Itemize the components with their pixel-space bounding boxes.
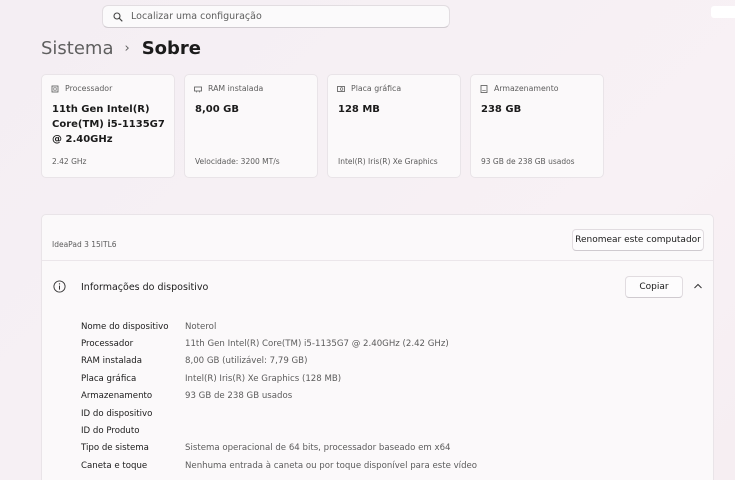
gpu-icon — [337, 85, 345, 92]
spec-value: Nenhuma entrada à caneta ou por toque di… — [185, 460, 478, 471]
card-label: Processador — [65, 84, 113, 93]
card-storage: Armazenamento 238 GB 93 GB de 238 GB usa… — [470, 74, 604, 178]
card-gpu: Placa gráfica 128 MB Intel(R) Iris(R) Xe… — [327, 74, 461, 178]
spec-row: ID do dispositivo — [81, 405, 477, 422]
device-specs: Nome do dispositivo Noterol Processador 11… — [81, 318, 477, 475]
card-sub: 93 GB de 238 GB usados — [481, 157, 575, 166]
model-row: IdeaPad 3 15ITL6 Renomear este computado… — [42, 215, 713, 261]
card-label: RAM instalada — [208, 84, 264, 93]
spec-key: Caneta e toque — [81, 460, 148, 471]
spec-row: Placa gráfica Intel(R) Iris(R) Xe Graphic… — [81, 370, 477, 387]
spec-row: Armazenamento 93 GB de 238 GB usados — [81, 388, 477, 405]
spec-row: Processador 11th Gen Intel(R) Core(TM) i5… — [81, 335, 477, 352]
spec-row: ID do Produto — [81, 422, 477, 439]
card-value: 128 MB — [338, 104, 380, 115]
spec-row: RAM instalada 8,00 GB (utilizável: 7,79 G… — [81, 353, 477, 370]
card-sub: 2.42 GHz — [52, 157, 87, 166]
card-sub: Velocidade: 3200 MT/s — [195, 157, 280, 166]
search-box[interactable] — [102, 5, 450, 28]
spec-key: ID do dispositivo — [81, 408, 153, 419]
copy-button[interactable]: Copiar — [625, 276, 683, 298]
ram-icon — [194, 86, 202, 92]
spec-value: 11th Gen Intel(R) Core(TM) i5-1135G7 @ 2… — [185, 339, 449, 350]
spec-key: Processador — [81, 339, 134, 350]
card-label: Placa gráfica — [351, 84, 402, 93]
card-value: 11th Gen Intel(R) Core(TM) i5-1135G7 @ 2… — [52, 104, 165, 145]
processor-icon — [51, 85, 59, 92]
device-panel: IdeaPad 3 15ITL6 Renomear este computado… — [41, 214, 714, 480]
spec-row: Tipo de sistema Sistema operacional de 64… — [81, 440, 477, 457]
card-value: 8,00 GB — [195, 104, 239, 115]
card-label: Armazenamento — [494, 84, 559, 93]
spec-key: ID do Produto — [81, 426, 140, 437]
card-ram: RAM instalada 8,00 GB Velocidade: 3200 M… — [184, 74, 318, 178]
spec-key: Tipo de sistema — [81, 443, 149, 454]
chevron-right-icon: › — [124, 41, 130, 56]
info-icon — [53, 280, 66, 293]
spec-key: RAM instalada — [81, 356, 142, 367]
search-icon — [113, 11, 123, 22]
spec-key: Placa gráfica — [81, 373, 137, 384]
card-processor: Processador 11th Gen Intel(R) Core(TM) i… — [41, 74, 175, 178]
card-value: 238 GB — [481, 104, 522, 115]
breadcrumb: Sistema › Sobre — [41, 38, 201, 59]
storage-icon — [480, 84, 488, 93]
spec-value: 93 GB de 238 GB usados — [185, 391, 293, 402]
spec-value: Noterol — [185, 321, 217, 332]
device-info-header[interactable]: Informações do dispositivo Copiar — [42, 273, 713, 303]
page-title: Sobre — [141, 38, 202, 59]
card-sub: Intel(R) Iris(R) Xe Graphics — [338, 157, 438, 166]
spec-value: Intel(R) Iris(R) Xe Graphics (128 MB) — [185, 373, 342, 384]
spec-value: Sistema operacional de 64 bits, processa… — [185, 443, 451, 454]
spec-row: Caneta e toque Nenhuma entrada à caneta o… — [81, 457, 477, 474]
spec-value: 8,00 GB (utilizável: 7,79 GB) — [185, 356, 308, 367]
spec-row: Nome do dispositivo Noterol — [81, 318, 477, 335]
breadcrumb-parent[interactable]: Sistema — [41, 38, 114, 59]
chevron-up-icon[interactable] — [693, 282, 703, 290]
device-model: IdeaPad 3 15ITL6 — [52, 240, 117, 249]
spec-key: Armazenamento — [81, 391, 153, 402]
spec-key: Nome do dispositivo — [81, 321, 169, 332]
search-input[interactable] — [131, 11, 431, 22]
device-info-title: Informações do dispositivo — [81, 282, 209, 293]
account-chip[interactable] — [711, 6, 735, 18]
rename-pc-button[interactable]: Renomear este computador — [572, 229, 704, 251]
